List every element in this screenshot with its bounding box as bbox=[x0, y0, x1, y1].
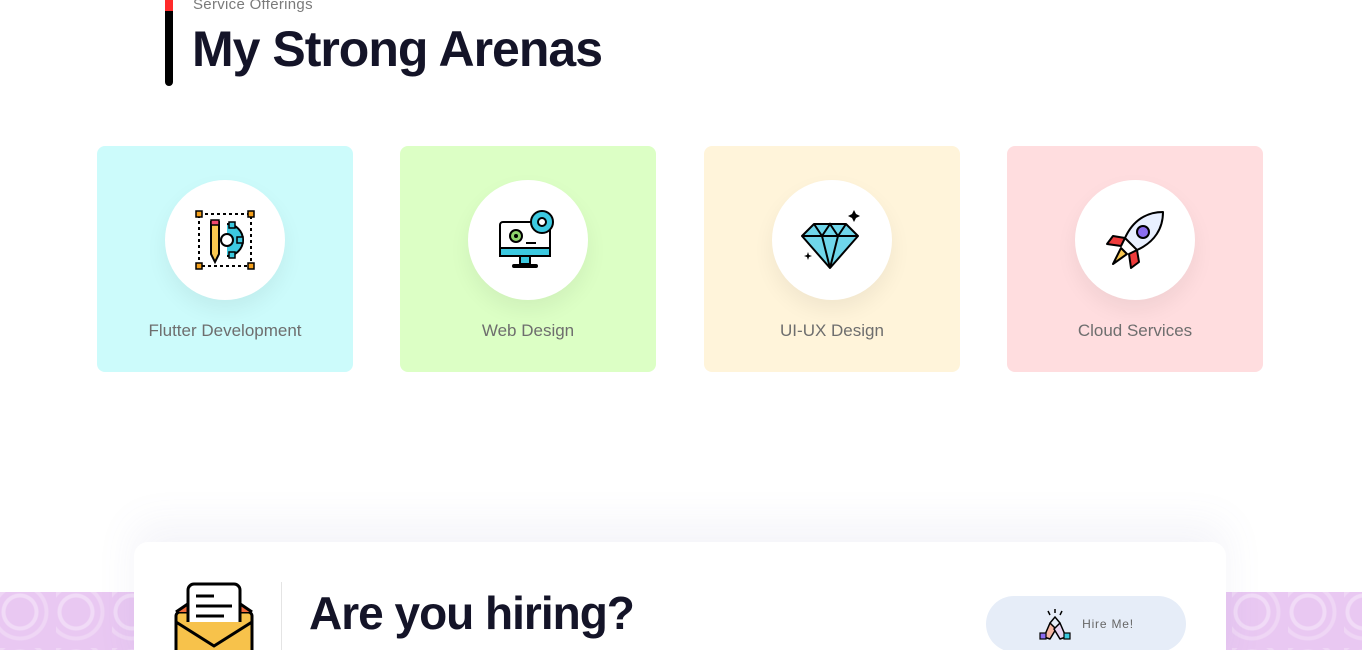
service-icon-circle bbox=[1075, 180, 1195, 300]
service-label: UI-UX Design bbox=[780, 321, 884, 340]
service-icon-circle bbox=[165, 180, 285, 300]
monitor-gear-icon bbox=[499, 210, 554, 268]
service-card-flutter[interactable]: Flutter Development bbox=[97, 146, 353, 372]
service-icon-circle bbox=[772, 180, 892, 300]
page: Service Offerings My Strong Arenas Flutt… bbox=[0, 0, 1362, 650]
service-label: Cloud Services bbox=[1077, 321, 1193, 340]
hire-me-button[interactable]: Hire Me! bbox=[986, 596, 1186, 650]
service-label: Flutter Development bbox=[148, 321, 302, 340]
service-icon-circle bbox=[468, 180, 588, 300]
service-label: Web Design bbox=[481, 321, 575, 340]
service-card-cloud[interactable]: Cloud Services bbox=[1007, 146, 1263, 372]
section-subtitle: Service Offerings bbox=[193, 0, 313, 13]
rocket-icon bbox=[1106, 211, 1164, 269]
service-card-ui-ux[interactable]: UI-UX Design bbox=[704, 146, 960, 372]
envelope-icon bbox=[174, 582, 254, 650]
hiring-card: Are you hiring? Hire Me! bbox=[134, 542, 1226, 650]
hire-me-label: Hire Me! bbox=[1082, 617, 1134, 631]
design-tool-icon bbox=[195, 210, 255, 270]
section-title: My Strong Arenas bbox=[192, 21, 603, 77]
hiring-title: Are you hiring? bbox=[309, 587, 635, 639]
heading-accent-bar bbox=[165, 0, 173, 86]
handshake-icon bbox=[1039, 609, 1071, 640]
hiring-divider bbox=[281, 582, 282, 650]
service-card-web-design[interactable]: Web Design bbox=[400, 146, 656, 372]
diamond-icon bbox=[801, 210, 860, 269]
